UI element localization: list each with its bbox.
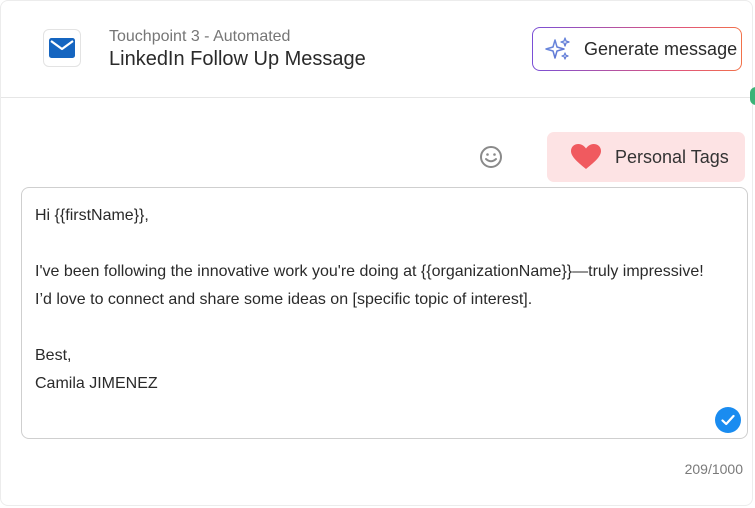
personal-tags-label: Personal Tags	[615, 146, 729, 167]
sparkle-icon	[545, 36, 571, 62]
generate-message-button[interactable]: Generate message	[532, 27, 742, 71]
message-card: Touchpoint 3 - Automated LinkedIn Follow…	[0, 0, 755, 506]
message-line: Hi {{firstName}},	[35, 207, 149, 224]
check-circle-icon	[715, 407, 741, 433]
message-body: Hi {{firstName}}, I've been following th…	[35, 202, 725, 398]
heart-icon	[571, 144, 601, 170]
edge-indicator	[750, 87, 755, 105]
generate-message-label: Generate message	[584, 38, 738, 59]
message-line: Camila JIMENEZ	[35, 375, 158, 392]
smiley-icon[interactable]	[479, 145, 503, 169]
character-counter: 209/1000	[684, 461, 743, 477]
channel-icon-tile	[43, 29, 81, 67]
message-line: Best,	[35, 347, 72, 364]
message-editor[interactable]: Hi {{firstName}}, I've been following th…	[21, 187, 748, 439]
envelope-icon	[49, 38, 75, 58]
message-line: I've been following the innovative work …	[35, 263, 704, 308]
touchpoint-header: Touchpoint 3 - Automated LinkedIn Follow…	[1, 1, 755, 98]
personal-tags-button[interactable]: Personal Tags	[547, 132, 745, 182]
touchpoint-subtitle: Touchpoint 3 - Automated	[109, 28, 291, 45]
touchpoint-title: LinkedIn Follow Up Message	[109, 48, 366, 70]
